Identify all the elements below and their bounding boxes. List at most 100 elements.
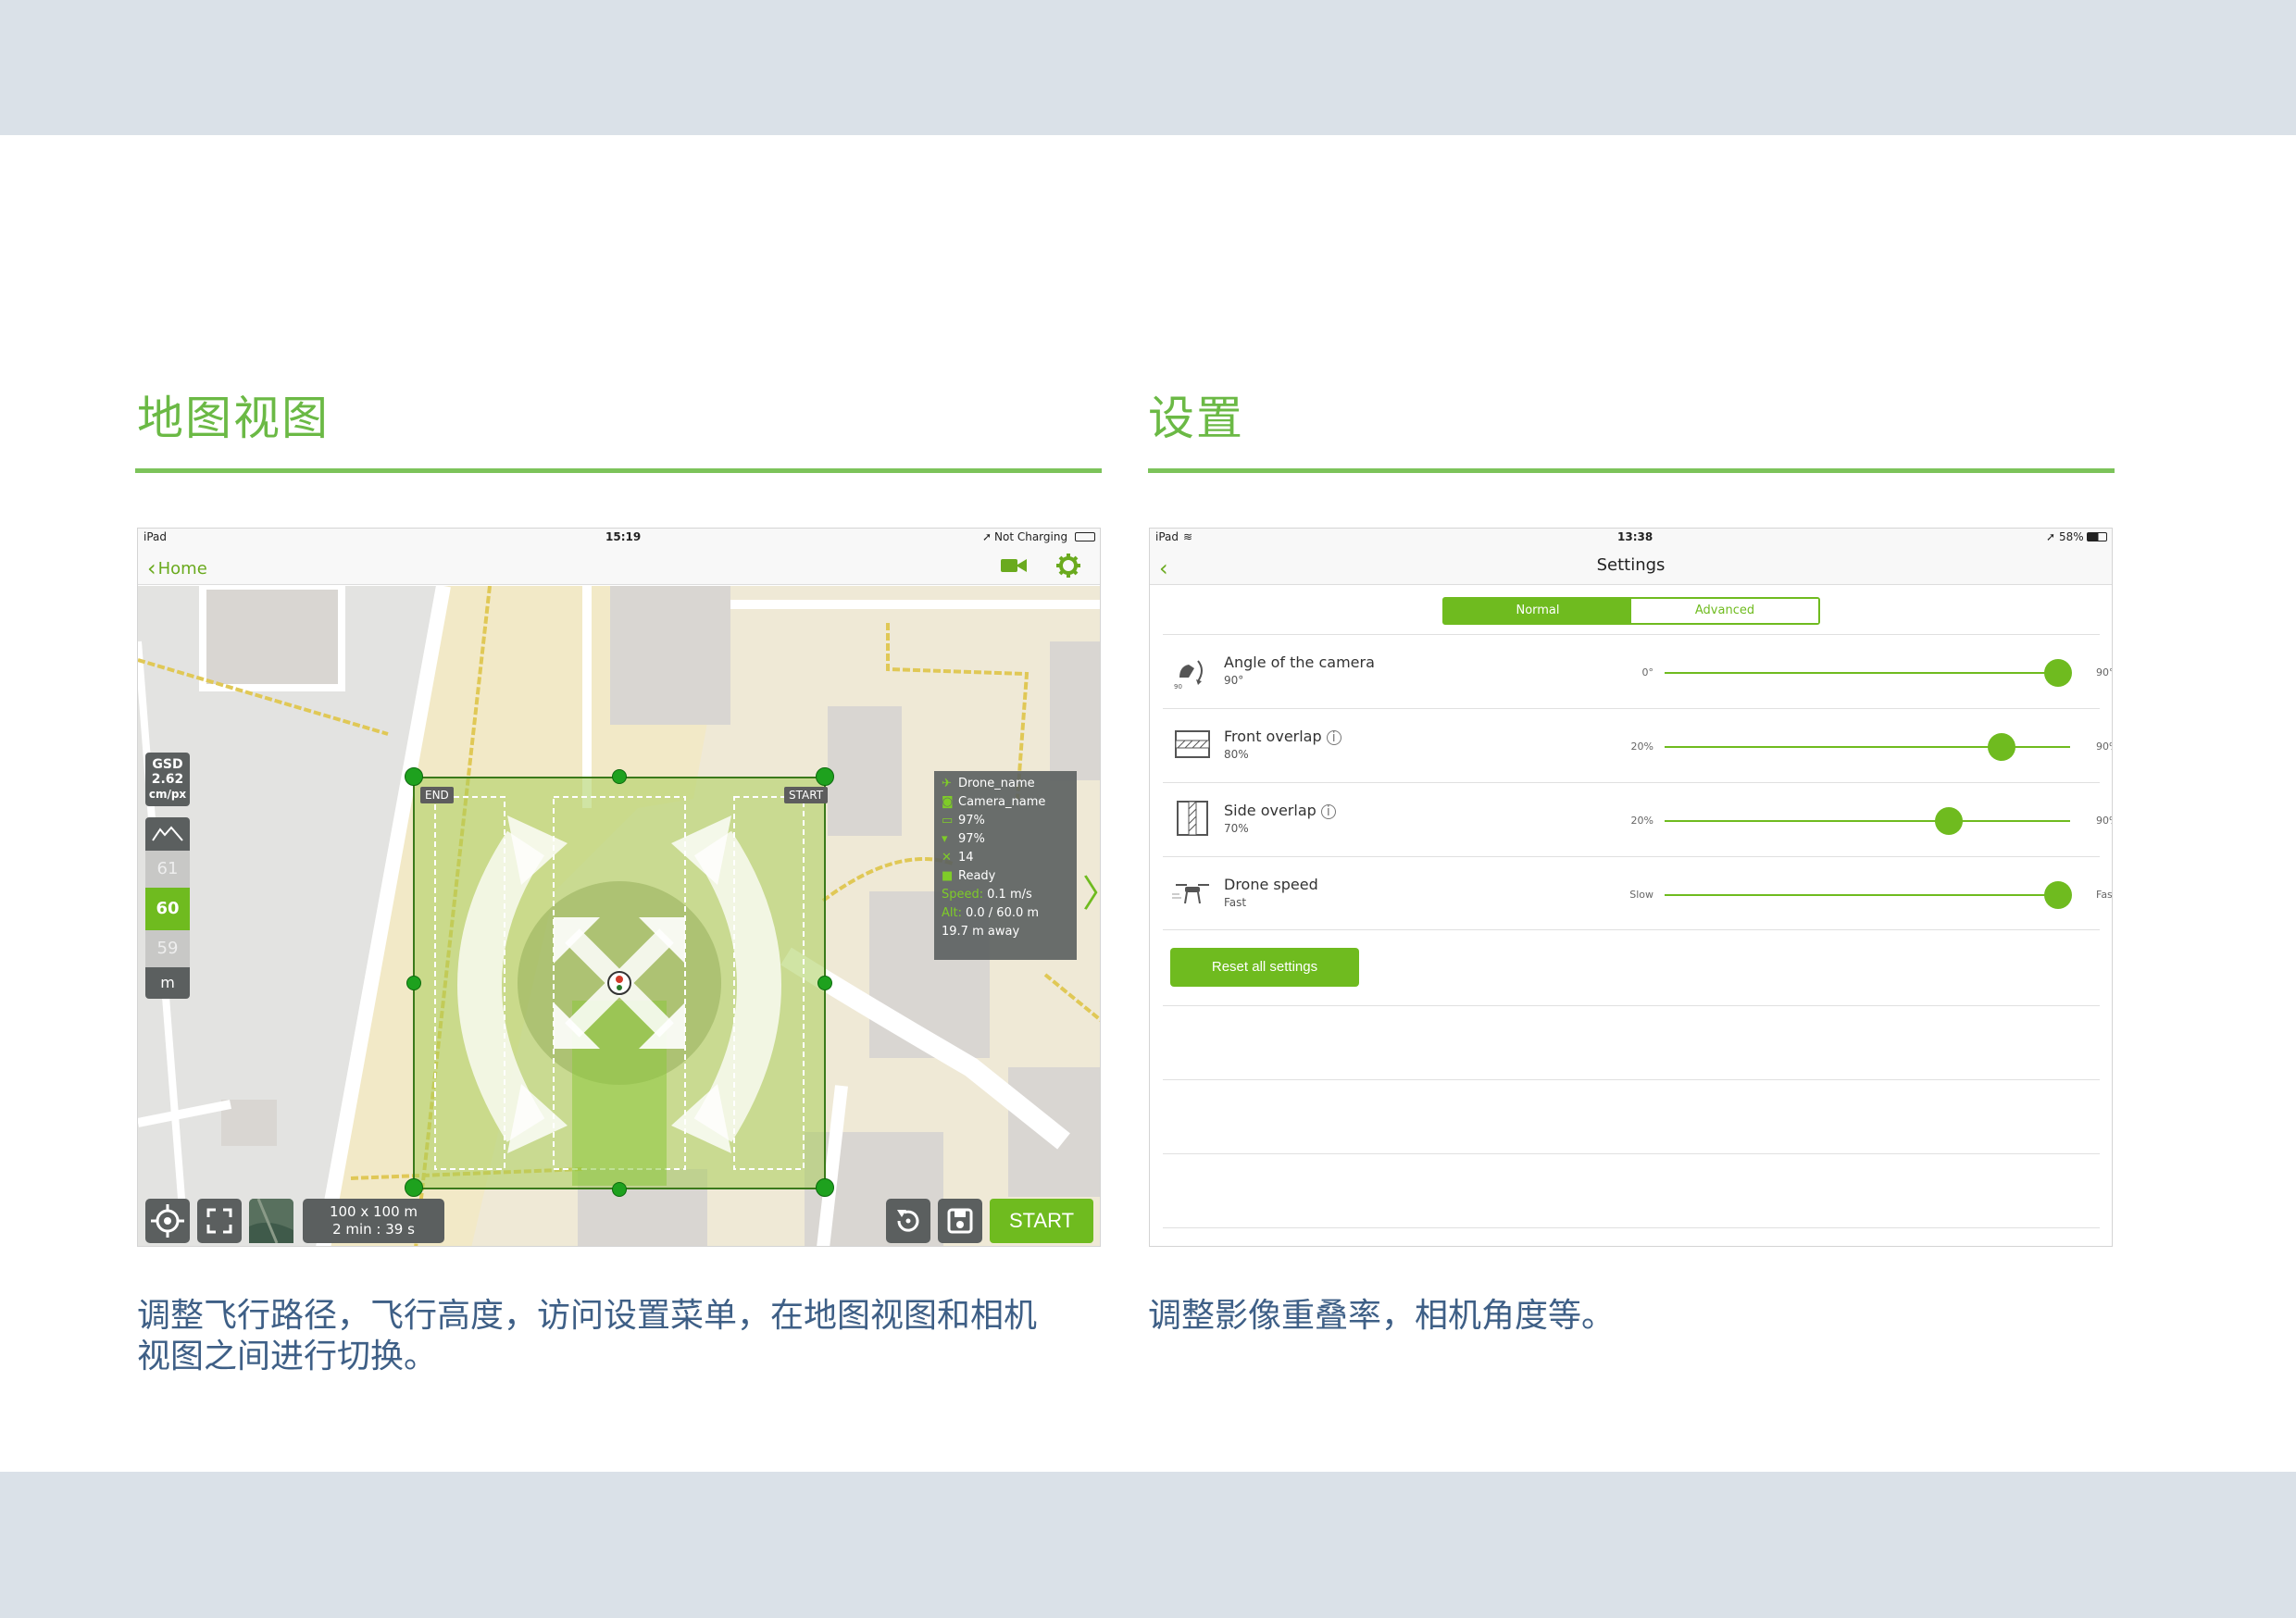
rotate-button[interactable] [886,1199,930,1243]
home-back-button[interactable]: ‹ Home [147,554,207,581]
setting-value: Fast [1224,896,1247,909]
alt-value: 0.0 / 60.0 m [965,906,1040,920]
drone-battery: 97% [958,814,985,828]
slider-min-label: 20% [1630,815,1653,827]
list-divider [1163,1153,2100,1154]
map-canvas[interactable]: END START GSD 2.62 cm/px 61 60 59 m ✈ Dro… [138,586,1100,1246]
device-label: iPad [1155,530,1179,543]
setting-name: Drone speed [1224,876,1318,893]
flight-area-polygon[interactable] [413,777,826,1189]
clock: 13:38 [1617,530,1653,543]
satellite-layer-button[interactable] [249,1198,293,1244]
fit-view-button[interactable] [197,1199,242,1243]
altitude-option-above[interactable]: 61 [145,851,190,888]
battery-icon: ▭ [942,814,954,828]
crosshair-icon [151,1204,184,1238]
slider-max-label: 90% [2096,815,2112,827]
settings-nav-title: Settings [1596,555,1666,575]
device-label: iPad [144,530,168,543]
locate-button[interactable] [145,1199,190,1243]
list-divider [1163,1227,2100,1228]
bottom-band [0,1472,2296,1618]
speed-label: Speed: [942,888,984,902]
setting-value: 90° [1224,674,1244,687]
slider-track[interactable] [1665,820,2070,822]
info-icon[interactable]: i [1326,730,1341,745]
map-view-title: 地图视图 [137,392,330,445]
caption-line-2: 视图之间进行切换。 [137,1338,438,1375]
gear-icon[interactable] [1056,554,1080,578]
slider-track[interactable] [1665,894,2070,896]
side-overlap-icon [1177,801,1208,836]
corner-handle-top-left[interactable] [405,767,423,786]
corner-handle-bottom-right[interactable] [816,1178,834,1197]
caption-line-1: 调整飞行路径，飞行高度，访问设置菜单，在地图视图和相机 [137,1297,1038,1335]
altitude-option-current[interactable]: 60 [145,888,190,930]
status-bar: iPad 15:19 ➚ Not Charging [138,529,1100,544]
camera-angle-icon: 90 [1174,660,1203,691]
expand-icon [206,1208,232,1234]
chevron-right-icon[interactable]: 〉 [1082,864,1100,917]
setting-name: Front overlap i [1224,728,1341,745]
status-icon: ■ [942,869,954,883]
satellite-count: 14 [958,851,974,865]
gsd-value: 2.62 [151,772,184,787]
chevron-left-icon: ‹ [147,555,156,581]
floppy-disk-icon [947,1208,973,1234]
setting-value: 70% [1224,822,1249,835]
edge-handle-right[interactable] [817,976,832,990]
setting-name-text: Front overlap [1224,728,1322,745]
altitude-unit: m [145,967,190,999]
camera-view-icon[interactable] [1001,557,1027,574]
drone-state: Ready [958,869,996,883]
slider-track[interactable] [1665,672,2070,674]
start-tag: START [784,787,829,803]
drone-info-panel: ✈ Drone_name ◙ Camera_name ▭ 97% ▾ 97% ✕ 14 ■… [934,771,1077,960]
edge-handle-left[interactable] [406,976,421,990]
edge-handle-top[interactable] [612,769,627,784]
setting-name: Side overlap i [1224,802,1336,819]
top-band [0,0,2296,135]
terrain-icon[interactable] [145,817,190,851]
slider-min-label: 0° [1641,666,1654,678]
slider-max-label: 90° [2096,666,2113,678]
setting-name: Angle of the camera [1224,653,1375,671]
edge-handle-bottom[interactable] [612,1182,627,1197]
gsd-indicator: GSD 2.62 cm/px [145,753,190,806]
slider-thumb[interactable] [2043,659,2072,687]
area-dimensions: 100 x 100 m [329,1203,418,1220]
info-icon[interactable]: i [1320,804,1336,819]
speed-value: 0.1 m/s [987,888,1032,902]
settings-caption: 调整影像重叠率，相机角度等。 [1148,1297,1616,1335]
tab-normal[interactable]: Normal [1444,599,1631,623]
drone-icon: ✈ [942,777,952,790]
altitude-selector[interactable]: 61 60 59 m [145,817,190,999]
svg-text:90: 90 [1174,683,1182,691]
save-button[interactable] [938,1199,982,1243]
slider-thumb[interactable] [1987,733,2015,761]
drone-speed-icon [1172,884,1209,904]
altitude-option-below[interactable]: 59 [145,930,190,967]
start-mission-button[interactable]: START [990,1199,1093,1243]
list-divider [1163,1005,2100,1006]
tab-advanced[interactable]: Advanced [1631,599,1818,623]
camera-icon: ◙ [942,795,954,809]
title-rule-left [135,468,1102,473]
wifi-icon: ≋ [1183,530,1193,543]
home-label: Home [157,559,207,579]
corner-handle-top-right[interactable] [816,767,834,786]
corner-handle-bottom-left[interactable] [405,1178,423,1197]
setting-name-text: Side overlap [1224,802,1316,819]
slider-thumb[interactable] [2043,881,2072,909]
gsd-label: GSD [152,757,183,772]
location-icon: ➚ [2046,530,2056,543]
flight-summary: 100 x 100 m 2 min : 39 s [303,1199,444,1243]
title-rule-right [1148,468,2115,473]
battery-percent: 58% [2059,530,2084,543]
status-bar: iPad ≋ 13:38 ➚ 58% [1150,529,2112,544]
camera-name: Camera_name [958,795,1046,809]
slider-thumb[interactable] [1934,807,1963,835]
satellite-icon: ✕ [942,851,952,865]
battery-status: Not Charging [994,530,1068,543]
reset-all-settings-button[interactable]: Reset all settings [1170,948,1359,987]
